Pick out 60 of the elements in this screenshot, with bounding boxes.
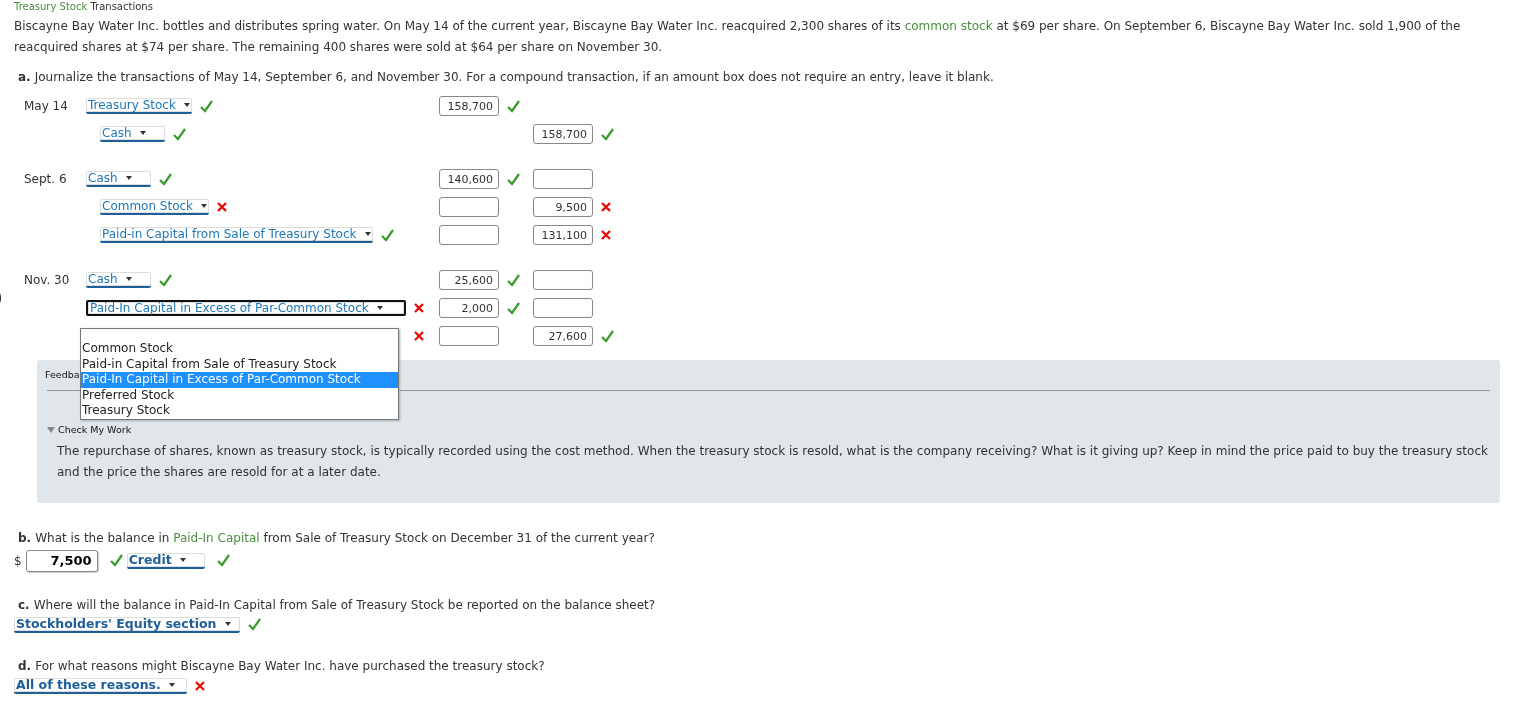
amount-field[interactable]: 9,500 [533, 197, 593, 217]
account-dropdown[interactable]: Cash [100, 126, 165, 142]
question-text: Journalize the transactions of May 14, September 6, and November 30. For a compound transaction, if an amount box does not require an entry, leave it blank. [34, 70, 994, 84]
amount-field[interactable]: 7,500 [25, 549, 98, 572]
dropdown-option[interactable]: Paid-in Capital from Sale of Treasury Stock [81, 356, 398, 372]
amount-field[interactable]: 158,700 [533, 124, 593, 144]
dropdown-option[interactable]: Preferred Stock [81, 387, 398, 403]
date-label: Nov. 30 [24, 272, 71, 289]
account-dropdown[interactable]: All of these reasons. [14, 677, 187, 694]
amount-field[interactable]: 131,100 [533, 225, 593, 245]
account-dropdown[interactable]: Cash [86, 272, 151, 288]
amount-field[interactable]: 2,000 [439, 298, 499, 318]
account-dropdown[interactable]: Paid-In Capital in Excess of Par-Common Stock [86, 300, 406, 316]
caret-icon [376, 306, 383, 310]
amount-field[interactable]: 158,700 [439, 96, 499, 116]
caret-icon [224, 621, 231, 626]
currency-symbol: $ [14, 552, 22, 570]
caret-icon [364, 232, 371, 236]
caret-icon [168, 682, 175, 687]
problem-text: Biscayne Bay Water Inc. bottles and distributes spring water. On May 14 of the current year, Biscayne Bay Water Inc. reacquired 2,300 shares of its common stock at $69 per share. On September 6, Biscayne Bay Water Inc. sold 1,900 of the reacquired shares at $74 per share. The remaining 400 shares were sold at $64 per share on November 30. [14, 18, 1462, 56]
part-label: c. [18, 597, 30, 612]
part-label: a. [18, 70, 31, 84]
dropdown-option[interactable]: Treasury Stock [81, 403, 398, 419]
account-dropdown[interactable]: Credit [126, 552, 205, 569]
amount-field[interactable]: 25,600 [439, 270, 499, 290]
link[interactable]: Paid-In Capital [173, 530, 260, 545]
link[interactable]: common stock [904, 19, 993, 33]
amount-field[interactable] [439, 197, 499, 217]
account-dropdown[interactable]: Paid-in Capital from Sale of Treasury Stock [100, 227, 373, 243]
account-dropdown[interactable]: Cash [86, 171, 151, 187]
amount-field[interactable] [439, 326, 499, 346]
date-label: May 14 [24, 98, 69, 115]
toggle-link[interactable]: Check My Work [58, 423, 132, 438]
caret-icon [201, 204, 208, 208]
question-text: What is the balance in Paid-In Capital from Sale of Treasury Stock on December 31 of the current year? [35, 530, 655, 545]
amount-field[interactable]: 27,600 [533, 326, 593, 346]
amount-field[interactable]: 140,600 [439, 169, 499, 189]
page-title: Treasury Stock Transactions [14, 1, 154, 12]
dropdown-option[interactable]: Common Stock [81, 341, 398, 357]
account-dropdown[interactable]: Stockholders' Equity section [14, 616, 240, 633]
question-text: Where will the balance in Paid-In Capital from Sale of Treasury Stock be reported on the balance sheet? [33, 597, 656, 612]
account-dropdown[interactable]: Treasury Stock [86, 98, 192, 114]
triangle-icon [47, 427, 55, 434]
date-label: Sept. 6 [24, 171, 68, 188]
caret-icon [183, 103, 190, 107]
amount-field[interactable] [439, 225, 499, 245]
hint-text: The repurchase of shares, known as treasury stock, is typically recorded using the cost method. When the treasury stock is resold, what is the company receiving? What is it giving up? Keep in mind the price paid to buy the treasury stock and the price the shares are resold for at a later date. [57, 442, 1489, 481]
amount-field[interactable] [533, 298, 593, 318]
part-label: d. [18, 658, 32, 673]
caret-icon [125, 277, 132, 281]
amount-field[interactable] [533, 270, 593, 290]
question-text: For what reasons might Biscayne Bay Water Inc. have purchased the treasury stock? [35, 658, 545, 673]
caret-icon [179, 557, 186, 562]
link[interactable]: Treasury Stock [14, 1, 88, 12]
caret-icon [139, 131, 146, 135]
feedback-title: Feedba [45, 368, 80, 382]
amount-field[interactable] [533, 169, 593, 189]
caret-icon [125, 176, 132, 180]
account-dropdown[interactable]: Common Stock [100, 199, 210, 215]
part-label: b. [18, 530, 32, 545]
